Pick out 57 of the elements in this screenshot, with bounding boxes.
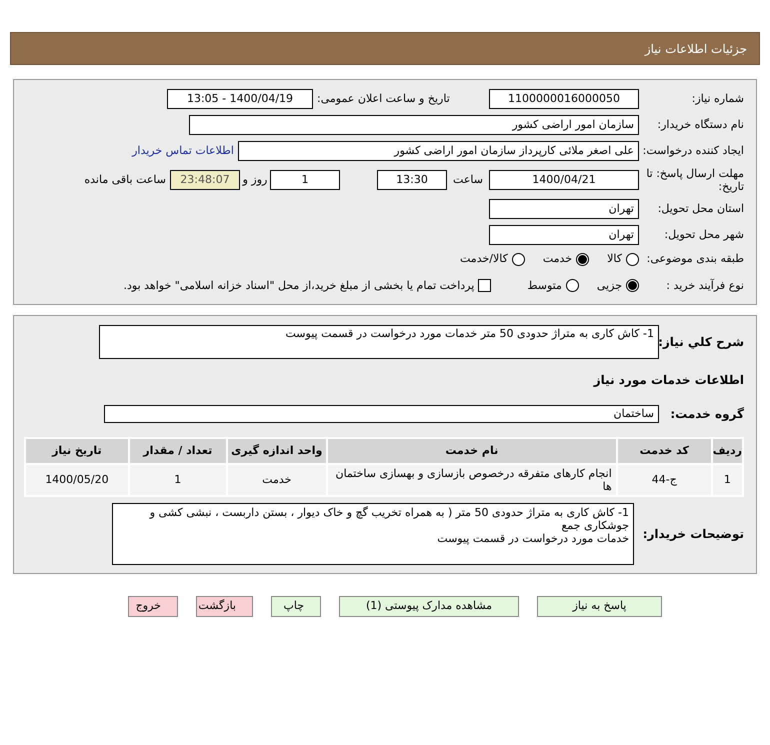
- radio-button[interactable]: [626, 279, 639, 292]
- field-label: شرح کلي نياز:: [659, 334, 744, 351]
- announce-date-field: 1400/04/19 - 13:05: [167, 89, 313, 109]
- radio-label: کالا: [607, 251, 622, 267]
- field-label: استان محل تحویل:: [656, 200, 744, 217]
- field-label: روز و: [241, 172, 268, 188]
- field-label: شهر محل تحویل:: [663, 226, 744, 243]
- province-field: تهران: [489, 199, 639, 219]
- checkbox-label: پرداخت تمام یا بخشی از مبلغ خرید،از محل "اسناد خزانه اسلامی" خواهد بود.: [124, 278, 474, 294]
- title-bar: جزئیات اطلاعات نیاز: [10, 32, 760, 65]
- column-header: رديف: [712, 438, 743, 464]
- field-label: ساعت باقی مانده: [84, 172, 166, 188]
- action-button[interactable]: چاپ: [271, 596, 321, 617]
- radio-label: جزیی: [596, 278, 622, 294]
- radio-button[interactable]: [512, 252, 525, 266]
- checkbox[interactable]: [478, 279, 492, 292]
- field-label: تاریخ و ساعت اعلان عمومی:: [316, 90, 451, 107]
- radio-label: خدمت: [542, 251, 572, 267]
- table-cell: انجام کارهای متفرقه درخصوص بازسازی و بهسازی ساختمان ها: [326, 464, 617, 496]
- summary-field: 1- کاش کاری به متراژ حدودی 50 متر خدمات مورد درخواست در قسمت پیوست: [99, 325, 659, 359]
- radio-button[interactable]: [626, 252, 639, 266]
- table-cell: ج-44: [616, 464, 712, 496]
- radio-button[interactable]: [576, 252, 590, 266]
- field-label: توضیحات خریدار:: [642, 526, 744, 543]
- service-group-field: ساختمان: [104, 405, 659, 423]
- table-cell: 1: [128, 464, 227, 496]
- days-field: 1: [270, 170, 340, 190]
- deadline-date-field: 1400/04/21: [489, 170, 639, 190]
- need-number-field: 1100000016000050: [489, 89, 639, 109]
- city-field: تهران: [489, 225, 639, 245]
- action-button[interactable]: مشاهده مدارک پیوستی (1): [339, 596, 519, 617]
- radio-button[interactable]: [566, 279, 579, 292]
- action-button[interactable]: خروج: [128, 596, 178, 617]
- field-label: نام دستگاه خریدار:: [656, 116, 744, 133]
- table-cell: خدمت: [226, 464, 327, 496]
- radio-label: کالا/خدمت: [460, 251, 508, 267]
- radio-label: متوسط: [527, 278, 562, 294]
- notes-line: 1- کاش کاری به متراژ حدودی 50 متر ( به همراه تخریب گچ و خاک دیوار ، بستن داربست ، نبشی کشی و جوشکاری جمع: [148, 506, 629, 532]
- remaining-time-field: 23:48:07: [170, 170, 240, 190]
- creator-field: علی اصغر ملائی کارپرداز سازمان امور اراضی کشور: [238, 141, 639, 161]
- notes-line: خدمات مورد درخواست در قسمت پیوست: [436, 532, 629, 545]
- field-label: مهلت ارسال پاسخ: تا تاریخ:: [645, 167, 744, 193]
- deadline-time-field: 13:30: [377, 170, 447, 190]
- field-label: شماره نیاز:: [690, 90, 744, 107]
- action-button[interactable]: بازگشت: [196, 596, 253, 617]
- buyer-org-field: سازمان امور اراضی کشور: [189, 115, 639, 135]
- section-heading: اطلاعات خدمات مورد نياز: [592, 372, 744, 389]
- table-cell: 1400/05/20: [25, 464, 129, 496]
- table-cell: 1: [712, 464, 743, 496]
- field-label: ایجاد کننده درخواست:: [642, 142, 744, 159]
- action-button[interactable]: پاسخ به نياز: [537, 596, 662, 617]
- buyer-contact-link[interactable]: اطلاعات تماس خریدار: [132, 142, 234, 160]
- field-label: طبقه بندی موضوعی:: [646, 251, 744, 267]
- field-label: گروه خدمت:: [669, 406, 744, 423]
- column-header: نام خدمت: [326, 438, 617, 464]
- field-label: نوع فرآیند خرید :: [665, 278, 744, 294]
- field-label: ساعت: [452, 172, 484, 188]
